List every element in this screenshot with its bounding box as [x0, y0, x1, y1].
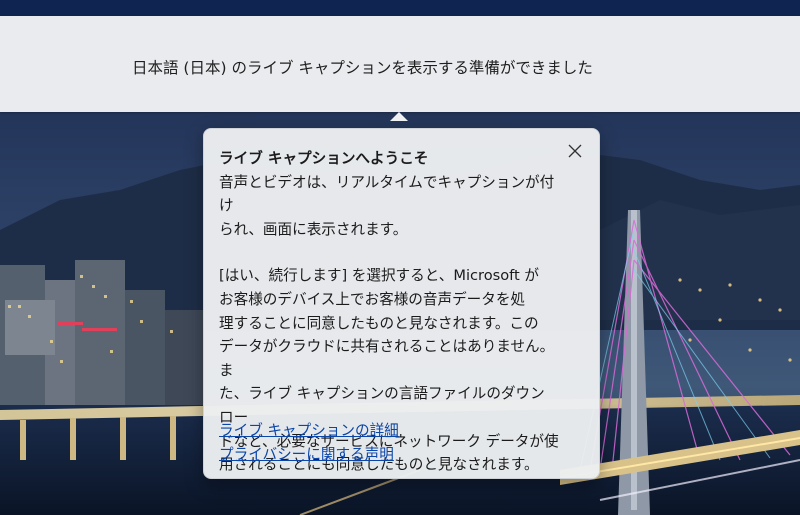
- consent-line: データがクラウドに共有されることはありません。ま: [219, 338, 555, 379]
- privacy-statement-link[interactable]: プライバシーに関する声明: [219, 443, 399, 467]
- welcome-flyout: ライブ キャプションへようこそ 音声とビデオは、リアルタイムでキャプションが付け…: [203, 128, 600, 479]
- live-captions-window: 日本語 (日本) のライブ キャプションを表示する準備ができました: [0, 16, 800, 112]
- consent-line: お客様のデバイス上でお客様の音声データを処: [219, 290, 526, 308]
- intro-line: られ、画面に表示されます。: [219, 220, 408, 238]
- window-top-edge: [0, 0, 800, 16]
- live-captions-details-link[interactable]: ライブ キャプションの詳細: [219, 419, 399, 443]
- caption-status-text: 日本語 (日本) のライブ キャプションを表示する準備ができました: [132, 59, 593, 77]
- flyout-pointer: [390, 112, 408, 121]
- flyout-title: ライブ キャプションへようこそ: [219, 150, 429, 167]
- consent-line: 理することに同意したものと見なされます。この: [219, 314, 539, 332]
- intro-line: 音声とビデオは、リアルタイムでキャプションが付け: [219, 173, 555, 215]
- close-button[interactable]: [563, 139, 587, 163]
- consent-line: [はい、続行します] を選択すると、Microsoft が: [219, 267, 539, 285]
- intro-paragraph: 音声とビデオは、リアルタイムでキャプションが付け られ、画面に表示されます。: [219, 171, 559, 242]
- close-icon: [568, 144, 582, 158]
- flyout-links: ライブ キャプションの詳細 プライバシーに関する声明: [219, 419, 399, 466]
